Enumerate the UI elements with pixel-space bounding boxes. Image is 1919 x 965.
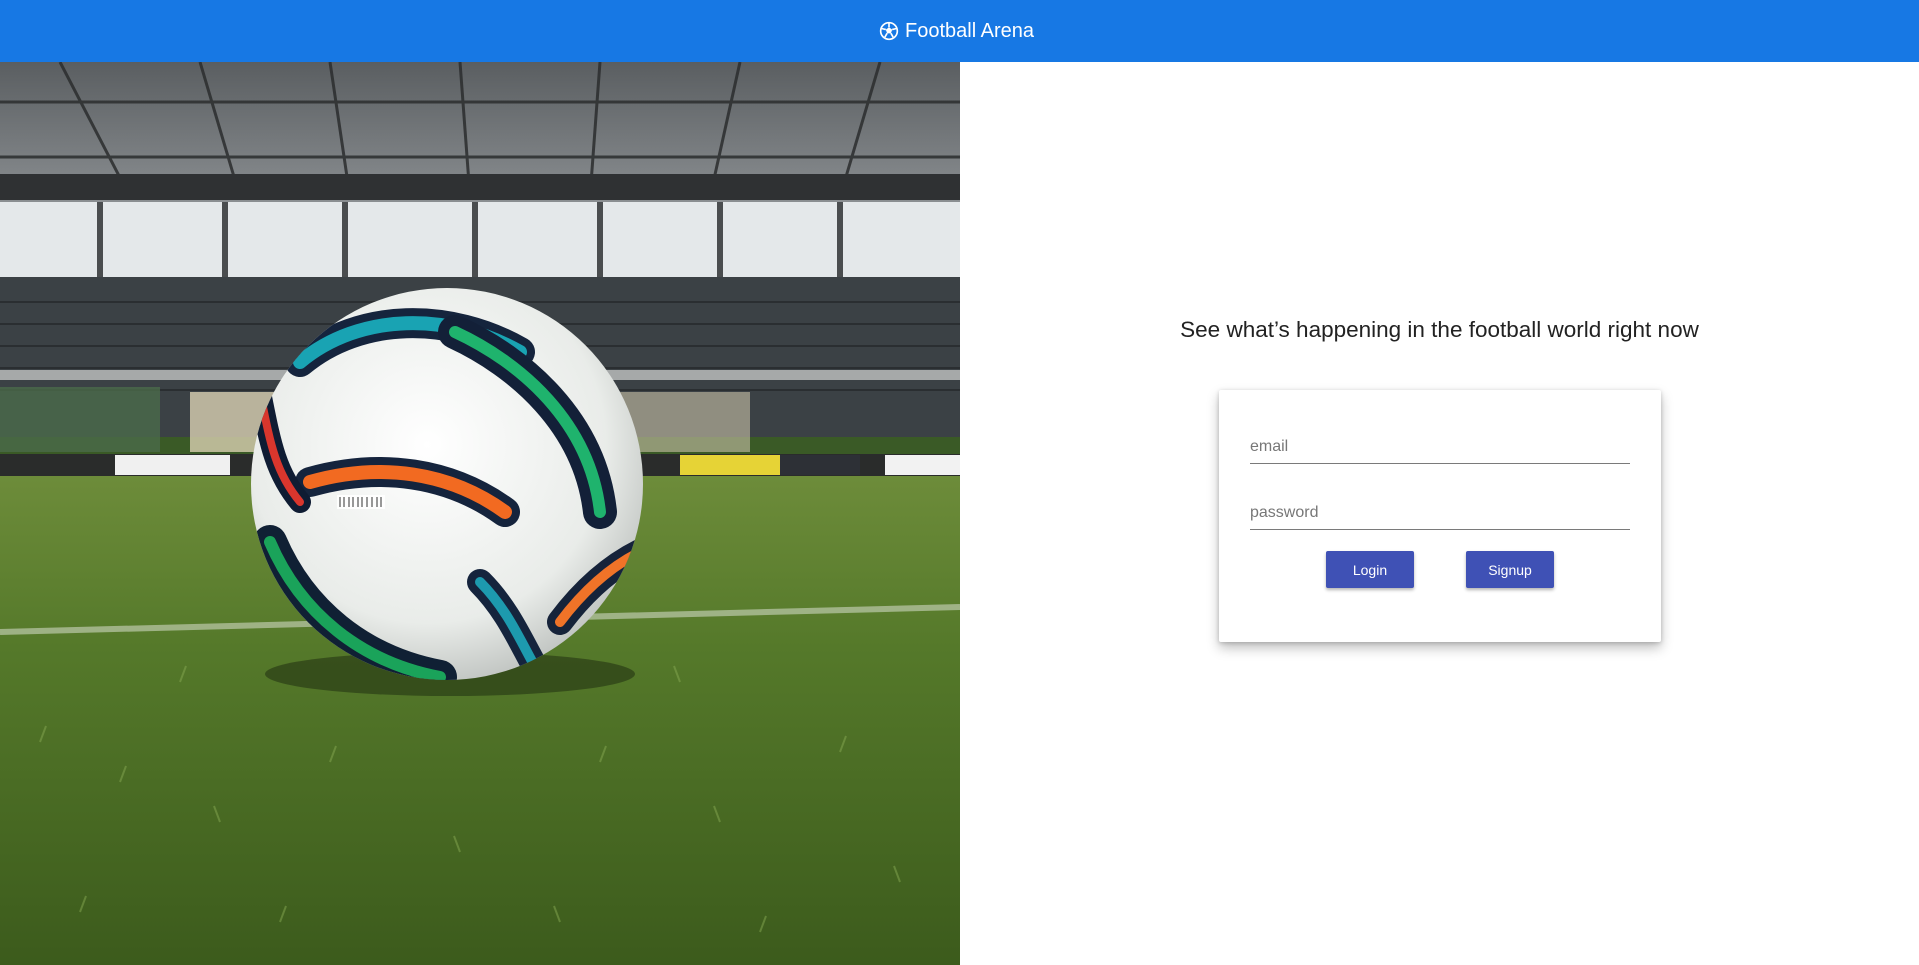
- login-button[interactable]: Login: [1326, 551, 1414, 588]
- login-card: Login Signup: [1219, 390, 1661, 642]
- password-field[interactable]: [1250, 500, 1630, 530]
- app-title: Football Arena: [905, 19, 1034, 42]
- tagline: See what’s happening in the football wor…: [1180, 317, 1699, 342]
- signup-button[interactable]: Signup: [1466, 551, 1554, 588]
- brand[interactable]: Football Arena: [879, 20, 1034, 43]
- soccer-ball-icon: [879, 21, 899, 41]
- login-panel: See what’s happening in the football wor…: [960, 62, 1919, 965]
- app-bar: Football Arena: [0, 0, 1919, 62]
- hero-image: [0, 62, 960, 965]
- email-field[interactable]: [1250, 434, 1630, 464]
- stadium-ball-illustration: [0, 62, 960, 965]
